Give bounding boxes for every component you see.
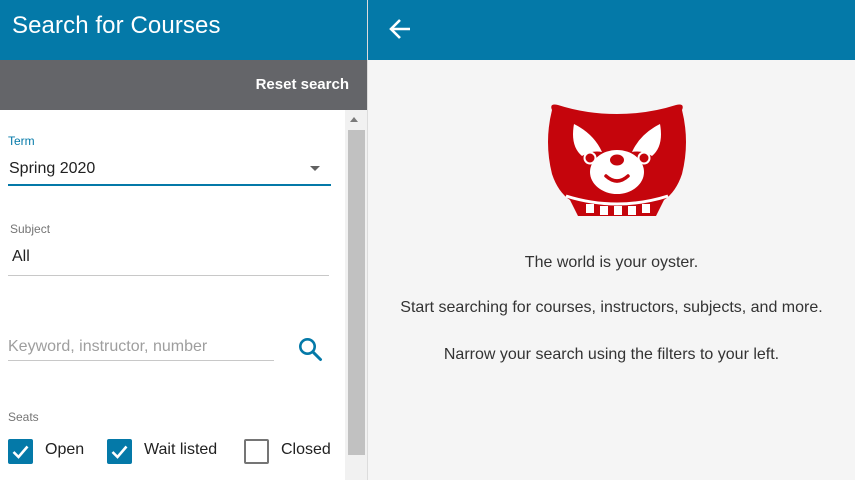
search-icon[interactable] bbox=[297, 336, 323, 362]
results-message-1: The world is your oyster. bbox=[524, 254, 699, 271]
checkmark-icon bbox=[12, 445, 29, 459]
seats-open-checkbox[interactable] bbox=[8, 439, 33, 464]
scroll-up-arrow-icon[interactable] bbox=[350, 117, 358, 122]
reset-toolbar: Reset search bbox=[0, 60, 367, 110]
seats-wait-listed-checkbox[interactable] bbox=[107, 439, 132, 464]
seats-closed-label: Closed bbox=[281, 441, 331, 458]
reset-search-button[interactable]: Reset search bbox=[256, 76, 349, 93]
term-select[interactable]: Term Spring 2020 bbox=[0, 130, 335, 188]
search-form: Term Spring 2020 Subject All Seats Open bbox=[0, 110, 345, 480]
seats-closed-checkbox[interactable] bbox=[244, 439, 269, 464]
seats-open-label: Open bbox=[45, 441, 85, 458]
checkmark-icon bbox=[111, 445, 128, 459]
results-message-3: Narrow your search using the filters to … bbox=[443, 346, 780, 363]
subject-value: All bbox=[12, 248, 30, 265]
term-underline bbox=[8, 184, 331, 186]
search-panel-header: Search for Courses bbox=[0, 0, 367, 60]
subject-underline bbox=[8, 275, 329, 276]
subject-select[interactable]: Subject All bbox=[0, 220, 335, 278]
arrow-left-icon[interactable] bbox=[387, 16, 413, 42]
subject-label: Subject bbox=[10, 222, 51, 236]
chevron-down-icon bbox=[310, 166, 320, 171]
keyword-search-input[interactable] bbox=[8, 334, 274, 360]
results-message-2: Start searching for courses, instructors… bbox=[400, 299, 823, 316]
search-panel: Search for Courses Reset search Term Spr… bbox=[0, 0, 368, 480]
term-label: Term bbox=[8, 134, 35, 148]
keyword-underline bbox=[8, 360, 274, 361]
page-title: Search for Courses bbox=[12, 12, 221, 39]
scrollbar-thumb[interactable] bbox=[348, 130, 365, 455]
seats-wait-listed-label: Wait listed bbox=[144, 441, 218, 458]
seats-label: Seats bbox=[8, 410, 39, 424]
results-header bbox=[368, 0, 855, 60]
bucky-badger-logo bbox=[548, 104, 686, 216]
term-value: Spring 2020 bbox=[9, 160, 96, 177]
